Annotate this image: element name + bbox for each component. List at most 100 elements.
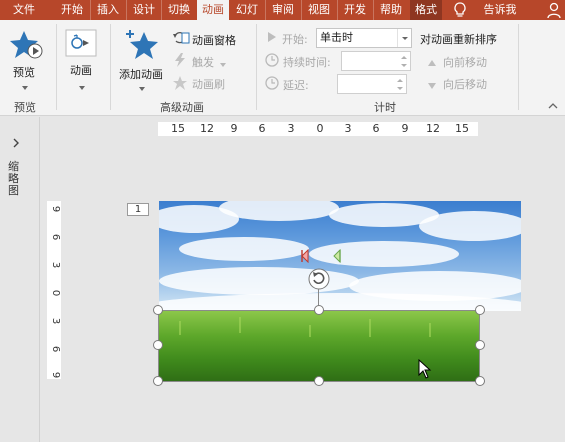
move-earlier-button[interactable]: 向前移动 [443, 54, 487, 70]
resize-handle-top[interactable] [314, 305, 324, 315]
play-icon [267, 31, 277, 46]
add-animation-button[interactable]: 添加动画 [119, 66, 163, 82]
clock-icon [265, 53, 279, 70]
duration-label: 持续时间: [283, 56, 331, 69]
ruler-tick: 9 [50, 371, 61, 379]
ruler-tick: 9 [401, 122, 409, 135]
resize-handle-top-right[interactable] [475, 305, 485, 315]
group-separator [56, 24, 57, 110]
ruler-tick: 9 [50, 205, 61, 213]
ribbon: 预览 预览 动画 添加动画 动画窗格 触发 动画刷 高级动画 开始: 单击时 持… [0, 20, 565, 116]
clock-icon [265, 76, 279, 93]
ruler-tick: 12 [200, 122, 214, 135]
move-later-button[interactable]: 向后移动 [443, 76, 487, 92]
resize-handle-bottom[interactable] [314, 376, 324, 386]
triangle-down-icon [427, 80, 437, 93]
animation-painter-button[interactable]: 动画刷 [192, 76, 225, 92]
tab-design[interactable]: 设计 [128, 0, 160, 20]
spin-up-icon[interactable] [401, 56, 407, 59]
chevron-down-icon[interactable] [22, 82, 30, 95]
cloud-shape [179, 237, 309, 261]
tab-review[interactable]: 审阅 [267, 0, 299, 20]
group-label-advanced-animation: 高级动画 [160, 101, 204, 114]
duration-input[interactable] [341, 51, 411, 71]
animation-painter-icon[interactable] [172, 75, 188, 94]
ruler-tick: 6 [50, 345, 61, 353]
ruler-tick: 9 [230, 122, 238, 135]
start-dropdown[interactable]: 单击时 [316, 28, 412, 48]
ruler-tick: 6 [372, 122, 380, 135]
ribbon-tab-bar: 文件 开始 插入 设计 切换 动画 幻灯 审阅 视图 开发 帮助 格式 告诉我 [0, 0, 565, 20]
slide-number-marker: 1 [127, 203, 149, 216]
tab-file[interactable]: 文件 [4, 0, 44, 20]
trigger-icon[interactable] [173, 52, 187, 71]
triangle-up-icon [427, 57, 437, 70]
ruler-tick: 3 [287, 122, 295, 135]
ruler-tick: 15 [455, 122, 469, 135]
group-separator [110, 24, 111, 110]
user-icon[interactable] [546, 1, 562, 22]
ruler-tick: 0 [50, 289, 61, 297]
preview-star-icon[interactable] [10, 30, 44, 63]
tell-me-search[interactable]: 告诉我 [476, 0, 524, 20]
chevron-right-icon[interactable] [12, 138, 20, 151]
spin-up-icon[interactable] [397, 79, 403, 82]
animation-style-icon[interactable] [65, 29, 97, 60]
spin-down-icon[interactable] [401, 64, 407, 67]
group-separator [256, 24, 257, 110]
tab-separator [265, 0, 266, 20]
animation-entrance-marker-icon[interactable] [332, 248, 342, 266]
lightbulb-icon[interactable] [452, 1, 468, 22]
resize-handle-top-left[interactable] [153, 305, 163, 315]
chevron-down-icon[interactable] [397, 29, 411, 47]
ruler-tick: 0 [316, 122, 324, 135]
start-dropdown-value: 单击时 [320, 31, 353, 44]
reorder-animation-title: 对动画重新排序 [420, 33, 497, 46]
tab-animations[interactable]: 动画 [197, 0, 229, 20]
tab-insert[interactable]: 插入 [92, 0, 124, 20]
resize-handle-bottom-right[interactable] [475, 376, 485, 386]
spin-down-icon[interactable] [397, 87, 403, 90]
tab-view[interactable]: 视图 [303, 0, 335, 20]
tab-separator [161, 0, 162, 20]
tab-separator [337, 0, 338, 20]
mouse-cursor-icon [418, 358, 432, 382]
collapse-ribbon-icon[interactable] [548, 100, 558, 113]
thumbnail-pane: 缩略图 [0, 117, 40, 442]
tab-transitions[interactable]: 切换 [163, 0, 195, 20]
chevron-down-icon[interactable] [220, 59, 228, 72]
animation-button[interactable]: 动画 [70, 62, 92, 78]
tab-format[interactable]: 格式 [410, 0, 442, 20]
resize-handle-right[interactable] [475, 340, 485, 350]
group-separator [518, 24, 519, 110]
resize-handle-left[interactable] [153, 340, 163, 350]
add-animation-icon[interactable] [124, 28, 160, 65]
tab-separator [90, 0, 91, 20]
tab-slideshow[interactable]: 幻灯 [231, 0, 263, 20]
tab-developer[interactable]: 开发 [339, 0, 371, 20]
tab-separator [373, 0, 374, 20]
chevron-down-icon[interactable] [139, 83, 147, 96]
resize-handle-bottom-left[interactable] [153, 376, 163, 386]
rotate-handle-icon[interactable] [308, 268, 330, 293]
tab-separator [301, 0, 302, 20]
tab-help[interactable]: 帮助 [375, 0, 407, 20]
ruler-tick: 3 [50, 317, 61, 325]
thumbnail-label[interactable]: 缩略图 [8, 161, 22, 197]
horizontal-ruler: 15 12 9 6 3 0 3 6 9 12 15 [158, 122, 478, 136]
animation-pane-button[interactable]: 动画窗格 [192, 32, 236, 48]
tab-home[interactable]: 开始 [56, 0, 88, 20]
ruler-tick: 6 [50, 233, 61, 241]
ruler-tick: 3 [50, 261, 61, 269]
group-label-timing: 计时 [374, 101, 396, 114]
ruler-tick: 15 [171, 122, 185, 135]
chevron-down-icon[interactable] [79, 82, 87, 95]
tab-separator [126, 0, 127, 20]
trigger-button[interactable]: 触发 [192, 54, 214, 70]
delay-label: 延迟: [283, 79, 309, 92]
animation-pane-icon[interactable] [172, 30, 190, 49]
animation-exit-marker-icon[interactable] [300, 248, 310, 266]
cloud-shape [159, 293, 521, 311]
delay-input[interactable] [337, 74, 407, 94]
preview-button[interactable]: 预览 [13, 64, 35, 80]
